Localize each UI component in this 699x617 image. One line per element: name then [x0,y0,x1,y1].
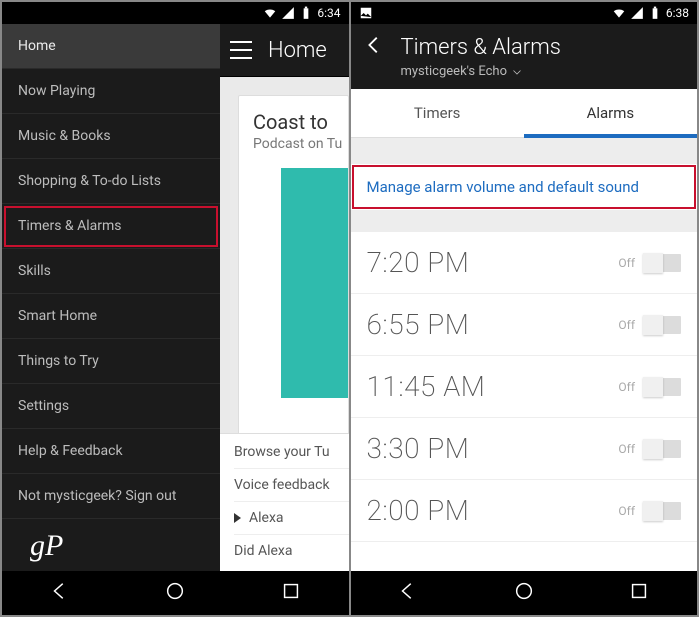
footer-did-label: Did Alexa [234,543,292,559]
sidebar-item-label: Skills [18,263,51,279]
content-footer: Browse your Tu Voice feedback Alexa Did … [220,433,349,571]
sidebar: Home Now Playing Music & Books Shopping … [2,24,220,571]
content-peek: Home Coast to Podcast on Tu Browse your … [220,24,349,571]
card-subtitle: Podcast on Tu [253,136,348,152]
footer-browse[interactable]: Browse your Tu [234,444,349,469]
nav-back-icon[interactable] [397,580,419,606]
hamburger-icon[interactable] [230,41,252,59]
sidebar-item-settings[interactable]: Settings [2,384,220,429]
footer-alexa-label: Alexa [249,510,284,526]
nav-recent-icon[interactable] [280,580,302,606]
phone-right: 6:38 Timers & Alarms mysticgeek's Echo T… [351,2,698,615]
alarm-row[interactable]: 2:00 PM Off [351,480,698,542]
sidebar-item-shopping[interactable]: Shopping & To-do Lists [2,159,220,204]
alarm-row[interactable]: 6:55 PM Off [351,294,698,356]
sidebar-item-label: Now Playing [18,83,95,99]
alarm-toggle[interactable] [643,316,681,334]
alarm-time: 6:55 PM [367,308,619,341]
status-time: 6:38 [666,6,689,20]
notification-icon [359,6,373,20]
manage-alarm-link[interactable]: Manage alarm volume and default sound [351,164,698,210]
spacer [351,210,698,232]
sidebar-item-signout[interactable]: Not mysticgeek? Sign out [2,474,220,519]
tab-label: Alarms [587,104,635,122]
sidebar-item-now-playing[interactable]: Now Playing [2,69,220,114]
nav-bar [351,571,698,615]
sidebar-item-label: Smart Home [18,308,97,324]
alarm-time: 11:45 AM [367,370,619,403]
alarm-toggle[interactable] [643,378,681,396]
spacer [351,138,698,164]
sidebar-item-label: Settings [18,398,69,414]
wifi-icon [263,6,277,20]
content-card[interactable]: Coast to Podcast on Tu [238,95,349,433]
sidebar-item-label: Home [18,38,56,54]
alarm-state: Off [618,442,635,456]
header-title: Home [268,38,327,63]
card-artwork [281,168,348,398]
card-title: Coast to [253,110,348,134]
status-bar: 6:34 [2,2,349,24]
alarm-list: 7:20 PM Off 6:55 PM Off 11:45 AM Off 3:3… [351,232,698,571]
sidebar-item-music-books[interactable]: Music & Books [2,114,220,159]
alarm-toggle[interactable] [643,254,681,272]
alarm-row[interactable]: 3:30 PM Off [351,418,698,480]
status-time: 6:34 [317,6,340,20]
alarm-time: 2:00 PM [367,494,619,527]
signal-icon [630,6,644,20]
sidebar-item-home[interactable]: Home [2,24,220,69]
battery-icon [299,6,313,20]
tabs: Timers Alarms [351,89,698,138]
status-bar: 6:38 [351,2,698,24]
sidebar-item-label: Not mysticgeek? Sign out [18,488,176,504]
chevron-down-icon [511,66,523,78]
watermark-logo: gP [30,529,63,563]
nav-recent-icon[interactable] [628,580,650,606]
device-name: mysticgeek's Echo [401,64,508,79]
alarm-row[interactable]: 7:20 PM Off [351,232,698,294]
sidebar-item-label: Things to Try [18,353,99,369]
sidebar-item-skills[interactable]: Skills [2,249,220,294]
back-icon[interactable] [363,34,385,60]
alarm-toggle[interactable] [643,440,681,458]
manage-alarm-label: Manage alarm volume and default sound [367,178,639,196]
alarm-state: Off [618,318,635,332]
nav-bar [2,571,349,615]
tab-label: Timers [414,104,461,122]
page-title: Timers & Alarms [401,35,561,60]
tab-timers[interactable]: Timers [351,89,524,137]
footer-voice: Voice feedback [234,469,349,502]
footer-voice-label: Voice feedback [234,477,330,493]
alarm-state: Off [618,256,635,270]
alarm-toggle[interactable] [643,502,681,520]
title-bar: Timers & Alarms mysticgeek's Echo [351,24,698,89]
phone-left: 6:34 Home Now Playing Music & Books Shop… [2,2,349,615]
alarm-state: Off [618,380,635,394]
sidebar-item-timers-alarms[interactable]: Timers & Alarms [2,204,220,249]
alarm-state: Off [618,504,635,518]
tab-alarms[interactable]: Alarms [524,89,697,137]
footer-did-alexa: Did Alexa [234,535,349,567]
sidebar-item-things-to-try[interactable]: Things to Try [2,339,220,384]
alarm-time: 7:20 PM [367,246,619,279]
sidebar-item-label: Timers & Alarms [18,218,121,234]
sidebar-item-label: Shopping & To-do Lists [18,173,161,189]
footer-alexa[interactable]: Alexa [234,502,349,535]
sidebar-item-smart-home[interactable]: Smart Home [2,294,220,339]
play-icon [234,513,241,523]
alarm-time: 3:30 PM [367,432,619,465]
nav-home-icon[interactable] [513,580,535,606]
app-header: Home [220,24,349,77]
signal-icon [281,6,295,20]
sidebar-item-label: Music & Books [18,128,111,144]
nav-home-icon[interactable] [164,580,186,606]
device-selector[interactable]: mysticgeek's Echo [401,64,686,79]
sidebar-item-label: Help & Feedback [18,443,123,459]
alarm-row[interactable]: 11:45 AM Off [351,356,698,418]
sidebar-item-help[interactable]: Help & Feedback [2,429,220,474]
nav-back-icon[interactable] [49,580,71,606]
wifi-icon [612,6,626,20]
battery-icon [648,6,662,20]
